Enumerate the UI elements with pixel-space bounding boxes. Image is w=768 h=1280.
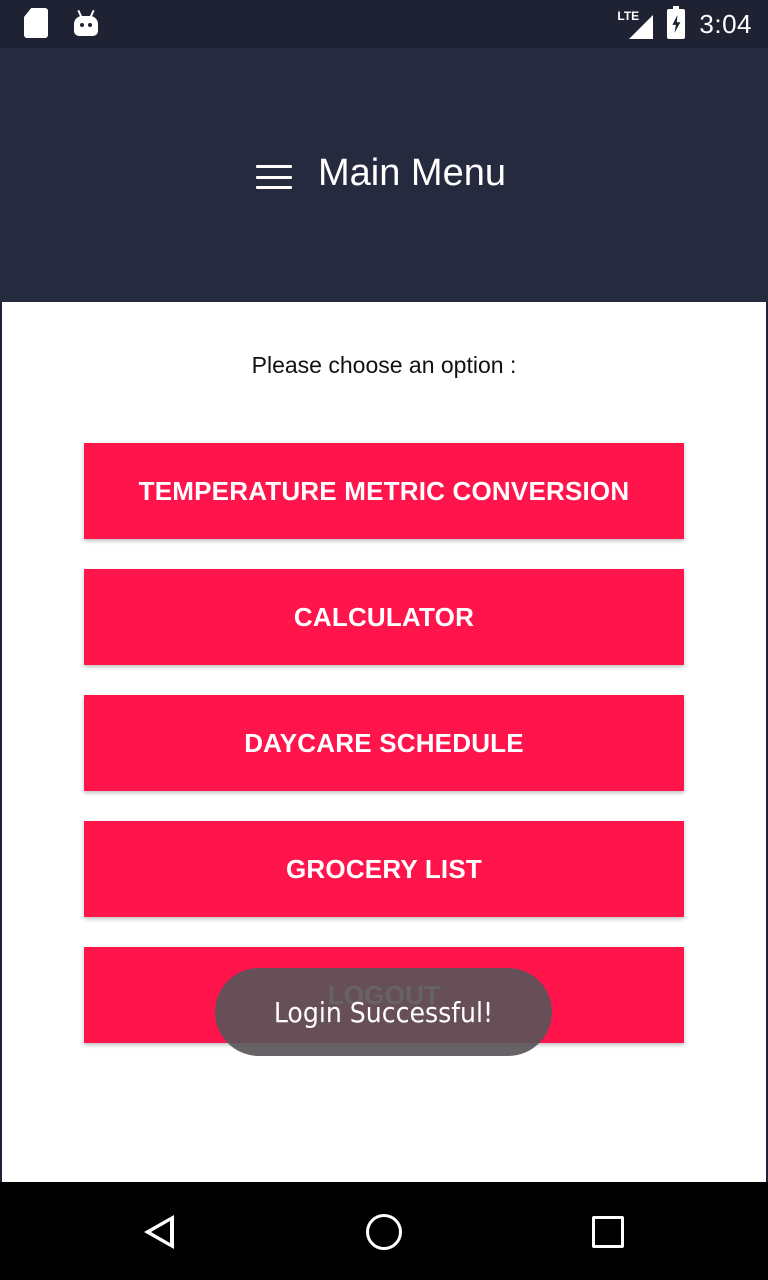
status-right: LTE 3:04 bbox=[617, 0, 752, 48]
navigation-bar bbox=[0, 1182, 768, 1280]
toast-message: Login Successful! bbox=[215, 968, 552, 1056]
app-bar: Main Menu bbox=[0, 48, 768, 302]
daycare-schedule-button[interactable]: DAYCARE SCHEDULE bbox=[84, 695, 684, 791]
android-debug-icon bbox=[74, 8, 98, 38]
prompt-text: Please choose an option : bbox=[251, 352, 517, 378]
status-bar: LTE 3:04 bbox=[0, 0, 768, 48]
hamburger-menu-icon[interactable] bbox=[256, 165, 292, 189]
clock: 3:04 bbox=[699, 8, 752, 39]
home-icon[interactable] bbox=[366, 1214, 402, 1250]
temperature-conversion-button[interactable]: TEMPERATURE METRIC CONVERSION bbox=[84, 443, 684, 539]
status-left bbox=[24, 8, 98, 38]
calculator-button[interactable]: CALCULATOR bbox=[84, 569, 684, 665]
battery-charging-icon bbox=[667, 6, 686, 39]
back-icon[interactable] bbox=[144, 1215, 174, 1249]
recents-icon[interactable] bbox=[592, 1216, 624, 1248]
page-title: Main Menu bbox=[318, 152, 506, 194]
sd-card-icon bbox=[24, 8, 48, 38]
grocery-list-button[interactable]: GROCERY LIST bbox=[84, 821, 684, 917]
lte-signal-icon: LTE bbox=[617, 9, 654, 39]
